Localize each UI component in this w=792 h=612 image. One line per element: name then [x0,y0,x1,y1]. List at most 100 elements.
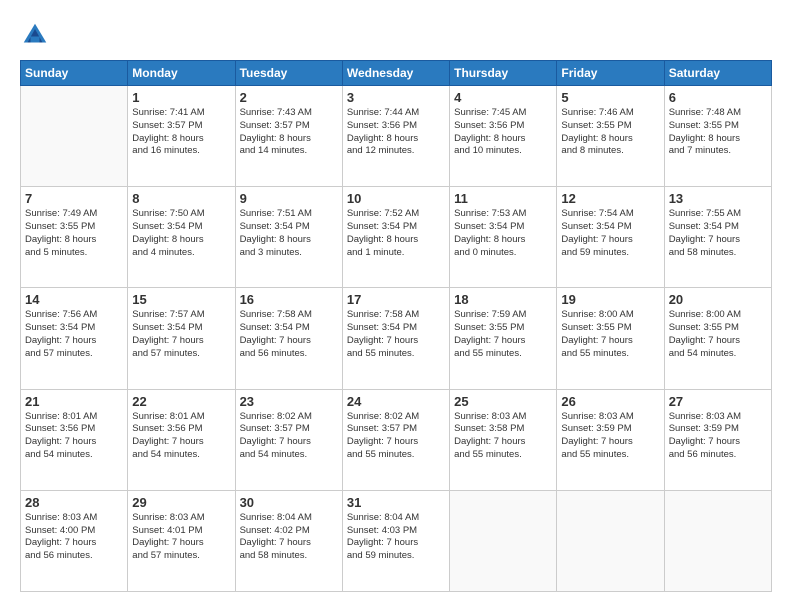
day-cell: 15 Sunrise: 7:57 AM Sunset: 3:54 PM Dayli… [128,288,235,389]
day-info: Sunrise: 8:04 AM Sunset: 4:02 PM Dayligh… [240,512,338,563]
day-number: 29 [132,495,230,510]
day-cell: 12 Sunrise: 7:54 AM Sunset: 3:54 PM Dayli… [557,187,664,288]
header-cell-sunday: Sunday [21,61,128,86]
day-number: 24 [347,394,445,409]
logo-icon [20,20,50,50]
day-cell: 11Sunrise: 7:53 AM Sunset: 3:54 PM Dayli… [450,187,557,288]
day-number: 27 [669,394,767,409]
day-number: 12 [561,191,659,206]
day-info: Sunrise: 7:48 AM Sunset: 3:55 PM Dayligh… [669,107,767,158]
day-number: 22 [132,394,230,409]
day-cell: 4 Sunrise: 7:45 AM Sunset: 3:56 PM Daylig… [450,86,557,187]
day-info: Sunrise: 8:03 AM Sunset: 3:59 PM Dayligh… [561,411,659,462]
day-info: Sunrise: 7:45 AM Sunset: 3:56 PM Dayligh… [454,107,552,158]
day-info: Sunrise: 7:58 AM Sunset: 3:54 PM Dayligh… [240,309,338,360]
day-number: 23 [240,394,338,409]
day-number: 16 [240,292,338,307]
day-number: 6 [669,90,767,105]
day-info: Sunrise: 8:04 AM Sunset: 4:03 PM Dayligh… [347,512,445,563]
day-number: 21 [25,394,123,409]
day-cell: 2 Sunrise: 7:43 AM Sunset: 3:57 PM Daylig… [235,86,342,187]
calendar-header: SundayMondayTuesdayWednesdayThursdayFrid… [21,61,772,86]
day-cell: 14Sunrise: 7:56 AM Sunset: 3:54 PM Dayli… [21,288,128,389]
day-cell: 31Sunrise: 8:04 AM Sunset: 4:03 PM Dayli… [342,490,449,591]
header-cell-monday: Monday [128,61,235,86]
day-cell: 3 Sunrise: 7:44 AM Sunset: 3:56 PM Daylig… [342,86,449,187]
day-number: 1 [132,90,230,105]
header-cell-thursday: Thursday [450,61,557,86]
day-info: Sunrise: 7:44 AM Sunset: 3:56 PM Dayligh… [347,107,445,158]
day-cell: 23 Sunrise: 8:02 AM Sunset: 3:57 PM Dayli… [235,389,342,490]
day-number: 25 [454,394,552,409]
week-row-2: 7 Sunrise: 7:49 AM Sunset: 3:55 PM Daylig… [21,187,772,288]
day-cell: 1 Sunrise: 7:41 AM Sunset: 3:57 PM Daylig… [128,86,235,187]
day-info: Sunrise: 7:43 AM Sunset: 3:57 PM Dayligh… [240,107,338,158]
day-info: Sunrise: 7:59 AM Sunset: 3:55 PM Dayligh… [454,309,552,360]
header-cell-tuesday: Tuesday [235,61,342,86]
day-cell: 24Sunrise: 8:02 AM Sunset: 3:57 PM Dayli… [342,389,449,490]
day-cell: 26 Sunrise: 8:03 AM Sunset: 3:59 PM Dayli… [557,389,664,490]
day-number: 17 [347,292,445,307]
day-number: 30 [240,495,338,510]
day-cell: 17 Sunrise: 7:58 AM Sunset: 3:54 PM Dayli… [342,288,449,389]
day-info: Sunrise: 8:02 AM Sunset: 3:57 PM Dayligh… [240,411,338,462]
day-cell: 27 Sunrise: 8:03 AM Sunset: 3:59 PM Dayli… [664,389,771,490]
day-number: 14 [25,292,123,307]
page: SundayMondayTuesdayWednesdayThursdayFrid… [0,0,792,612]
day-info: Sunrise: 8:01 AM Sunset: 3:56 PM Dayligh… [132,411,230,462]
day-number: 9 [240,191,338,206]
day-cell [664,490,771,591]
day-info: Sunrise: 8:00 AM Sunset: 3:55 PM Dayligh… [561,309,659,360]
week-row-4: 21 Sunrise: 8:01 AM Sunset: 3:56 PM Dayli… [21,389,772,490]
day-number: 26 [561,394,659,409]
day-info: Sunrise: 8:03 AM Sunset: 4:00 PM Dayligh… [25,512,123,563]
day-info: Sunrise: 8:01 AM Sunset: 3:56 PM Dayligh… [25,411,123,462]
day-number: 4 [454,90,552,105]
day-info: Sunrise: 7:41 AM Sunset: 3:57 PM Dayligh… [132,107,230,158]
day-number: 15 [132,292,230,307]
week-row-5: 28 Sunrise: 8:03 AM Sunset: 4:00 PM Dayli… [21,490,772,591]
day-info: Sunrise: 7:52 AM Sunset: 3:54 PM Dayligh… [347,208,445,259]
day-cell: 5Sunrise: 7:46 AM Sunset: 3:55 PM Daylig… [557,86,664,187]
calendar-body: 1 Sunrise: 7:41 AM Sunset: 3:57 PM Daylig… [21,86,772,592]
day-info: Sunrise: 8:03 AM Sunset: 3:59 PM Dayligh… [669,411,767,462]
day-info: Sunrise: 7:49 AM Sunset: 3:55 PM Dayligh… [25,208,123,259]
day-number: 3 [347,90,445,105]
day-cell: 25Sunrise: 8:03 AM Sunset: 3:58 PM Dayli… [450,389,557,490]
day-info: Sunrise: 7:55 AM Sunset: 3:54 PM Dayligh… [669,208,767,259]
header-cell-wednesday: Wednesday [342,61,449,86]
day-cell [21,86,128,187]
day-cell: 18 Sunrise: 7:59 AM Sunset: 3:55 PM Dayli… [450,288,557,389]
header-cell-friday: Friday [557,61,664,86]
day-cell: 21 Sunrise: 8:01 AM Sunset: 3:56 PM Dayli… [21,389,128,490]
day-cell: 6 Sunrise: 7:48 AM Sunset: 3:55 PM Daylig… [664,86,771,187]
day-cell: 20 Sunrise: 8:00 AM Sunset: 3:55 PM Dayli… [664,288,771,389]
day-info: Sunrise: 7:58 AM Sunset: 3:54 PM Dayligh… [347,309,445,360]
header-cell-saturday: Saturday [664,61,771,86]
week-row-1: 1 Sunrise: 7:41 AM Sunset: 3:57 PM Daylig… [21,86,772,187]
day-cell: 29Sunrise: 8:03 AM Sunset: 4:01 PM Dayli… [128,490,235,591]
day-cell: 19 Sunrise: 8:00 AM Sunset: 3:55 PM Dayli… [557,288,664,389]
day-number: 18 [454,292,552,307]
day-cell: 13Sunrise: 7:55 AM Sunset: 3:54 PM Dayli… [664,187,771,288]
day-cell: 22 Sunrise: 8:01 AM Sunset: 3:56 PM Dayli… [128,389,235,490]
day-cell: 9Sunrise: 7:51 AM Sunset: 3:54 PM Daylig… [235,187,342,288]
day-info: Sunrise: 7:54 AM Sunset: 3:54 PM Dayligh… [561,208,659,259]
day-cell: 10Sunrise: 7:52 AM Sunset: 3:54 PM Dayli… [342,187,449,288]
calendar-table: SundayMondayTuesdayWednesdayThursdayFrid… [20,60,772,592]
day-cell [557,490,664,591]
day-number: 19 [561,292,659,307]
day-info: Sunrise: 8:00 AM Sunset: 3:55 PM Dayligh… [669,309,767,360]
header-row: SundayMondayTuesdayWednesdayThursdayFrid… [21,61,772,86]
day-cell: 7 Sunrise: 7:49 AM Sunset: 3:55 PM Daylig… [21,187,128,288]
day-number: 28 [25,495,123,510]
day-number: 5 [561,90,659,105]
header [20,20,772,50]
day-cell: 30 Sunrise: 8:04 AM Sunset: 4:02 PM Dayli… [235,490,342,591]
day-number: 7 [25,191,123,206]
day-number: 2 [240,90,338,105]
day-info: Sunrise: 7:57 AM Sunset: 3:54 PM Dayligh… [132,309,230,360]
day-number: 20 [669,292,767,307]
day-info: Sunrise: 7:53 AM Sunset: 3:54 PM Dayligh… [454,208,552,259]
day-cell: 16 Sunrise: 7:58 AM Sunset: 3:54 PM Dayli… [235,288,342,389]
